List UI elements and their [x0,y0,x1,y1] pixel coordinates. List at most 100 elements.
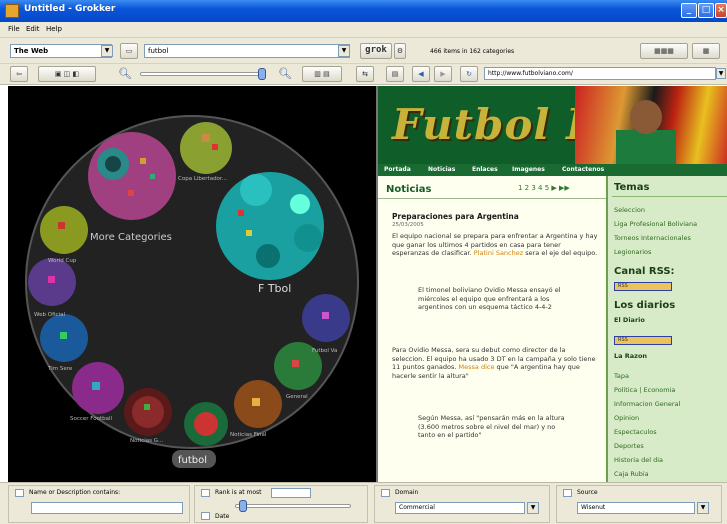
view-mode-buttons[interactable]: ▣ ◫ ◧ [38,66,96,82]
sidebar-item-opinion[interactable]: Opinion [614,414,639,422]
label-ftbol: F Tbol [258,282,291,295]
rank-filter-checkbox[interactable] [201,489,210,497]
grok-options-icon[interactable]: ⚙ [394,43,406,59]
layout-view-button[interactable]: ▦▦▦ [640,43,688,59]
layout-toggle-buttons[interactable]: ▥ ▤ [302,66,342,82]
section-divider [378,198,606,199]
nav-enlaces[interactable]: Enlaces [472,166,498,173]
cluster-map[interactable]: More Categories F Tbol Copa Libertador..… [8,86,376,482]
nav-portada[interactable]: Portada [384,166,411,173]
domain-filter: Domain Commercial ▼ [374,485,550,523]
zoom-slider-handle[interactable] [258,68,266,80]
sidebar-item-caja[interactable]: Caja Rubia [614,470,649,478]
search-toolbar: The Web ▼ ▭ futbol ▼ grok ⚙ 466 items in… [0,38,727,64]
app-icon [5,4,19,18]
more-categories-cluster[interactable] [88,132,176,220]
banner-player [616,130,676,164]
maximize-button[interactable]: □ [698,3,714,18]
sidebar-la-razon[interactable]: La Razon [614,352,647,360]
banner-player-face [630,100,662,134]
rank-value-select[interactable] [271,488,311,498]
rank-slider-handle[interactable] [239,500,247,512]
cluster-map-canvas[interactable]: More Categories F Tbol Copa Libertador..… [8,86,376,482]
sidebar-item-tapa[interactable]: Tapa [614,372,629,380]
rss-button[interactable]: RSS [614,282,672,291]
minimize-button[interactable]: _ [681,3,697,18]
rank-slider[interactable] [235,504,351,508]
link-messa[interactable]: Messa dice [459,363,495,371]
browser-back-icon[interactable]: ◀ [412,66,430,82]
article-date: 25/03/2005 [392,222,424,228]
sidebar-item-informacion[interactable]: Informacion General [614,400,680,408]
copa-cluster[interactable] [180,122,232,174]
sidebar-item-espectaculos[interactable]: Espectaculos [614,428,657,436]
sidebar-diarios-heading: Los diarios [614,300,676,311]
article-quote-1: El timonel boliviano Ovidio Messa ensayó… [418,286,561,312]
label-noticias: Noticias G... [130,438,163,444]
close-button[interactable]: × [715,3,727,18]
name-filter-input[interactable] [31,502,183,514]
back-arrow-icon[interactable]: ⇦ [10,66,28,82]
sidebar-item-torneos[interactable]: Torneos Internacionales [614,234,691,242]
title-bar: Untitled - Grokker _ □ × [0,0,727,22]
source-filter-label: Source [577,489,598,496]
window-title: Untitled - Grokker [24,4,116,14]
grok-button[interactable]: grok [360,43,392,59]
world-cup-cluster[interactable] [40,206,88,254]
sidebar-item-seleccion[interactable]: Seleccion [614,206,645,214]
date-checkbox[interactable] [201,512,210,520]
nav-noticias[interactable]: Noticias [428,166,455,173]
source-select-filter[interactable]: Wisenut [577,502,695,514]
label-tim-sere: Tim Sere [47,366,73,372]
name-filter-label: Name or Description contains: [29,489,121,496]
chevron-down-icon[interactable]: ▼ [101,45,113,57]
list-view-icon[interactable]: ▤ [386,66,404,82]
refresh-icon[interactable]: ↻ [460,66,478,82]
folder-icon[interactable]: ▭ [120,43,138,59]
domain-select[interactable]: Commercial [395,502,525,514]
zoom-slider[interactable] [140,72,262,76]
section-heading: Noticias [386,184,432,195]
menu-edit[interactable]: Edit [26,25,40,33]
zoom-in-icon[interactable]: 🔍︎ [278,67,292,80]
sidebar-divider [612,196,727,197]
rss-button-2[interactable]: RSS [614,336,672,345]
pagination[interactable]: 1 2 3 4 5 ▶ ▶▶ [518,184,570,192]
sidebar-item-deportes[interactable]: Deportes [614,442,644,450]
nav-imagenes[interactable]: Imagenes [512,166,545,173]
query-dropdown-icon[interactable]: ▼ [338,45,350,57]
url-field[interactable]: http://www.futbolviano.com/ [484,67,716,80]
web-preview[interactable]: Futbol B Portada Noticias Enlaces Imagen… [376,86,727,482]
label-web-oficial: Web Oficial [34,312,65,318]
settings-button[interactable]: ▦ [692,43,720,59]
domain-filter-checkbox[interactable] [381,489,390,497]
article-area: Noticias 1 2 3 4 5 ▶ ▶▶ Preparaciones pa… [378,176,606,482]
domain-dropdown-icon[interactable]: ▼ [527,502,539,514]
sidebar-item-historia[interactable]: Historia del dia [614,456,663,464]
site-logo: Futbol B [392,100,603,149]
name-filter-checkbox[interactable] [15,489,24,497]
source-dropdown-icon[interactable]: ▼ [697,502,709,514]
sidebar-temas-heading: Temas [614,182,650,193]
url-dropdown-icon[interactable]: ▼ [716,68,726,79]
export-icon[interactable]: ⇆ [356,66,374,82]
menu-file[interactable]: File [8,25,20,33]
menu-bar: File Edit Help [0,22,727,38]
zoom-out-icon[interactable]: 🔍︎ [118,67,132,80]
sidebar-el-diario[interactable]: El Diario [614,316,645,324]
link-platini[interactable]: Platini Sanchez [474,249,523,257]
menu-help[interactable]: Help [46,25,62,33]
browser-forward-icon[interactable]: ▶ [434,66,452,82]
label-noticias-final: Noticias Final [230,432,267,438]
article-title[interactable]: Preparaciones para Argentina [392,212,519,221]
filter-panel: Name or Description contains: Rank is at… [0,482,727,524]
view-toolbar: ⇦ ▣ ◫ ◧ 🔍︎ 🔍︎ ▥ ▤ ⇆ ▤ ◀ ▶ ↻ http://www.f… [0,64,727,85]
query-input[interactable]: futbol [144,44,350,58]
domain-filter-label: Domain [395,489,419,496]
source-filter-checkbox[interactable] [563,489,572,497]
source-select[interactable]: The Web [10,44,112,58]
nav-contactenos[interactable]: Contactenos [562,166,604,173]
sidebar-item-liga[interactable]: Liga Profesional Boliviana [614,220,697,228]
sidebar-item-politica[interactable]: Politica | Economia [614,386,675,394]
sidebar-item-legionarios[interactable]: Legionarios [614,248,651,256]
